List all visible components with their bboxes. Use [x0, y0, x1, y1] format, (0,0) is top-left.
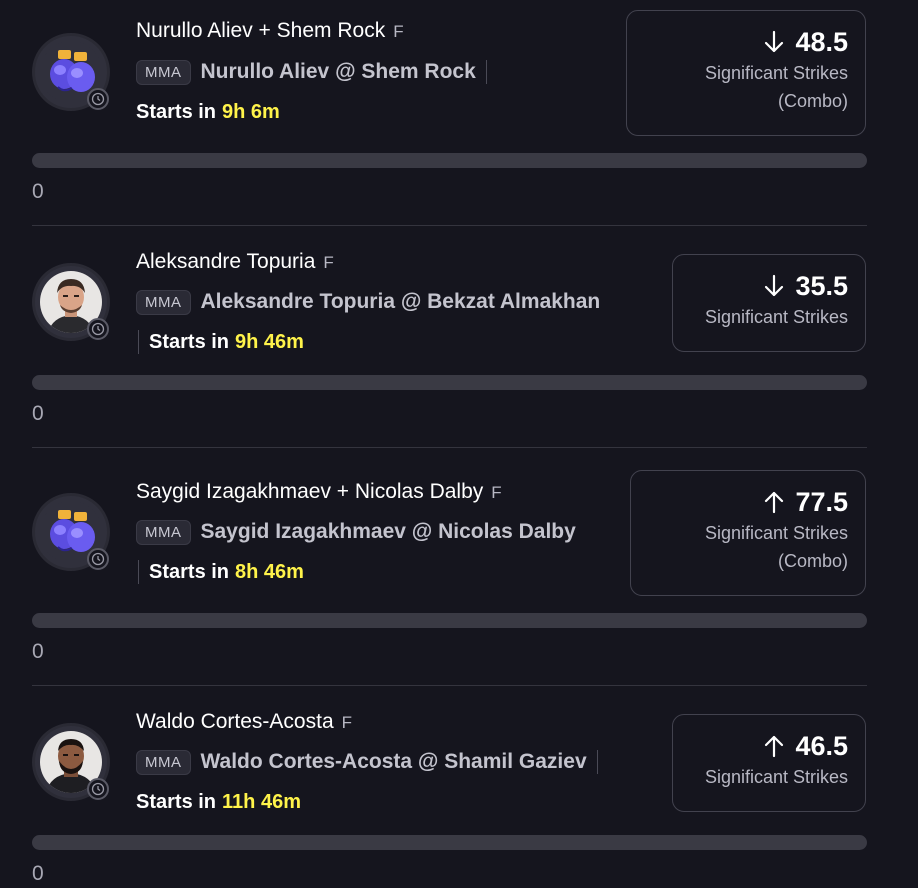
- league-row: MMA Waldo Cortes-Acosta @ Shamil Gaziev: [136, 747, 608, 777]
- projection-button[interactable]: 77.5 Significant Strikes (Combo): [630, 470, 866, 596]
- arrow-up-icon: [765, 735, 784, 758]
- avatar: [32, 723, 110, 801]
- player-names: Nurullo Aliev + Shem Rock: [136, 19, 386, 42]
- player-names: Saygid Izagakhmaev + Nicolas Dalby: [136, 480, 484, 503]
- separator: [138, 330, 139, 354]
- progress-bar: [32, 153, 867, 168]
- divider: [32, 447, 867, 448]
- start-time-row: Starts in 9h 46m: [136, 328, 304, 356]
- matchup-label: Nurullo Aliev @ Shem Rock: [200, 60, 476, 83]
- league-row: MMA Saygid Izagakhmaev @ Nicolas Dalby: [136, 517, 576, 547]
- prop-title: Saygid Izagakhmaev + Nicolas Dalby F: [136, 480, 502, 504]
- avatar: [32, 493, 110, 571]
- tag-label: F: [491, 483, 502, 502]
- arrow-down-icon: [765, 30, 784, 53]
- clock-icon: [87, 778, 109, 800]
- starts-label: Starts in: [136, 790, 217, 813]
- count-value: 0: [32, 180, 44, 203]
- league-row: MMA Nurullo Aliev @ Shem Rock: [136, 57, 497, 87]
- matchup-label: Saygid Izagakhmaev @ Nicolas Dalby: [200, 520, 576, 543]
- stat-name: Significant Strikes: [704, 63, 848, 83]
- stat-qualifier: (Combo): [777, 551, 848, 571]
- league-row: MMA Aleksandre Topuria @ Bekzat Almakhan: [136, 287, 600, 317]
- stat-name: Significant Strikes: [704, 523, 848, 543]
- league-badge: MMA: [136, 59, 191, 85]
- tag-label: F: [323, 253, 334, 272]
- prop-title: Aleksandre Topuria F: [136, 250, 334, 274]
- separator: [596, 750, 598, 774]
- progress-bar: [32, 375, 867, 390]
- starts-time: 9h 6m: [222, 100, 280, 123]
- projection-value: 46.5: [795, 730, 848, 761]
- progress-bar: [32, 835, 867, 850]
- clock-icon: [87, 88, 109, 110]
- tag-label: F: [393, 22, 404, 41]
- projection-value: 35.5: [795, 270, 848, 301]
- separator: [485, 60, 487, 84]
- count-value: 0: [32, 862, 44, 885]
- projection-button[interactable]: 35.5 Significant Strikes: [672, 254, 866, 352]
- count-value: 0: [32, 640, 44, 663]
- avatar: [32, 263, 110, 341]
- start-time-row: Starts in 8h 46m: [136, 558, 304, 586]
- starts-label: Starts in: [149, 560, 230, 583]
- starts-label: Starts in: [136, 100, 217, 123]
- prop-title: Nurullo Aliev + Shem Rock F: [136, 19, 404, 43]
- arrow-up-icon: [765, 491, 784, 514]
- player-names: Aleksandre Topuria: [136, 250, 316, 273]
- arrow-down-icon: [765, 274, 784, 297]
- projection-value: 48.5: [795, 26, 848, 57]
- projection-button[interactable]: 46.5 Significant Strikes: [672, 714, 866, 812]
- league-badge: MMA: [136, 289, 191, 315]
- divider: [32, 225, 867, 226]
- projection-button[interactable]: 48.5 Significant Strikes (Combo): [626, 10, 866, 136]
- league-badge: MMA: [136, 519, 191, 545]
- prop-title: Waldo Cortes-Acosta F: [136, 710, 352, 734]
- start-time-row: Starts in 11h 46m: [136, 788, 301, 816]
- progress-bar: [32, 613, 867, 628]
- starts-label: Starts in: [149, 330, 230, 353]
- stat-qualifier: (Combo): [777, 91, 848, 111]
- player-names: Waldo Cortes-Acosta: [136, 710, 334, 733]
- start-time-row: Starts in 9h 6m: [136, 98, 280, 126]
- avatar: [32, 33, 110, 111]
- matchup-label: Waldo Cortes-Acosta @ Shamil Gaziev: [200, 750, 587, 773]
- clock-icon: [87, 318, 109, 340]
- tag-label: F: [341, 713, 353, 732]
- stat-name: Significant Strikes: [704, 767, 848, 787]
- league-badge: MMA: [136, 749, 191, 775]
- clock-icon: [87, 548, 109, 570]
- starts-time: 11h 46m: [222, 790, 301, 813]
- projection-value: 77.5: [795, 486, 848, 517]
- stat-name: Significant Strikes: [704, 307, 848, 327]
- divider: [32, 685, 867, 686]
- starts-time: 9h 46m: [235, 330, 304, 353]
- separator: [138, 560, 139, 584]
- matchup-label: Aleksandre Topuria @ Bekzat Almakhan: [200, 290, 601, 313]
- starts-time: 8h 46m: [235, 560, 304, 583]
- count-value: 0: [32, 402, 44, 425]
